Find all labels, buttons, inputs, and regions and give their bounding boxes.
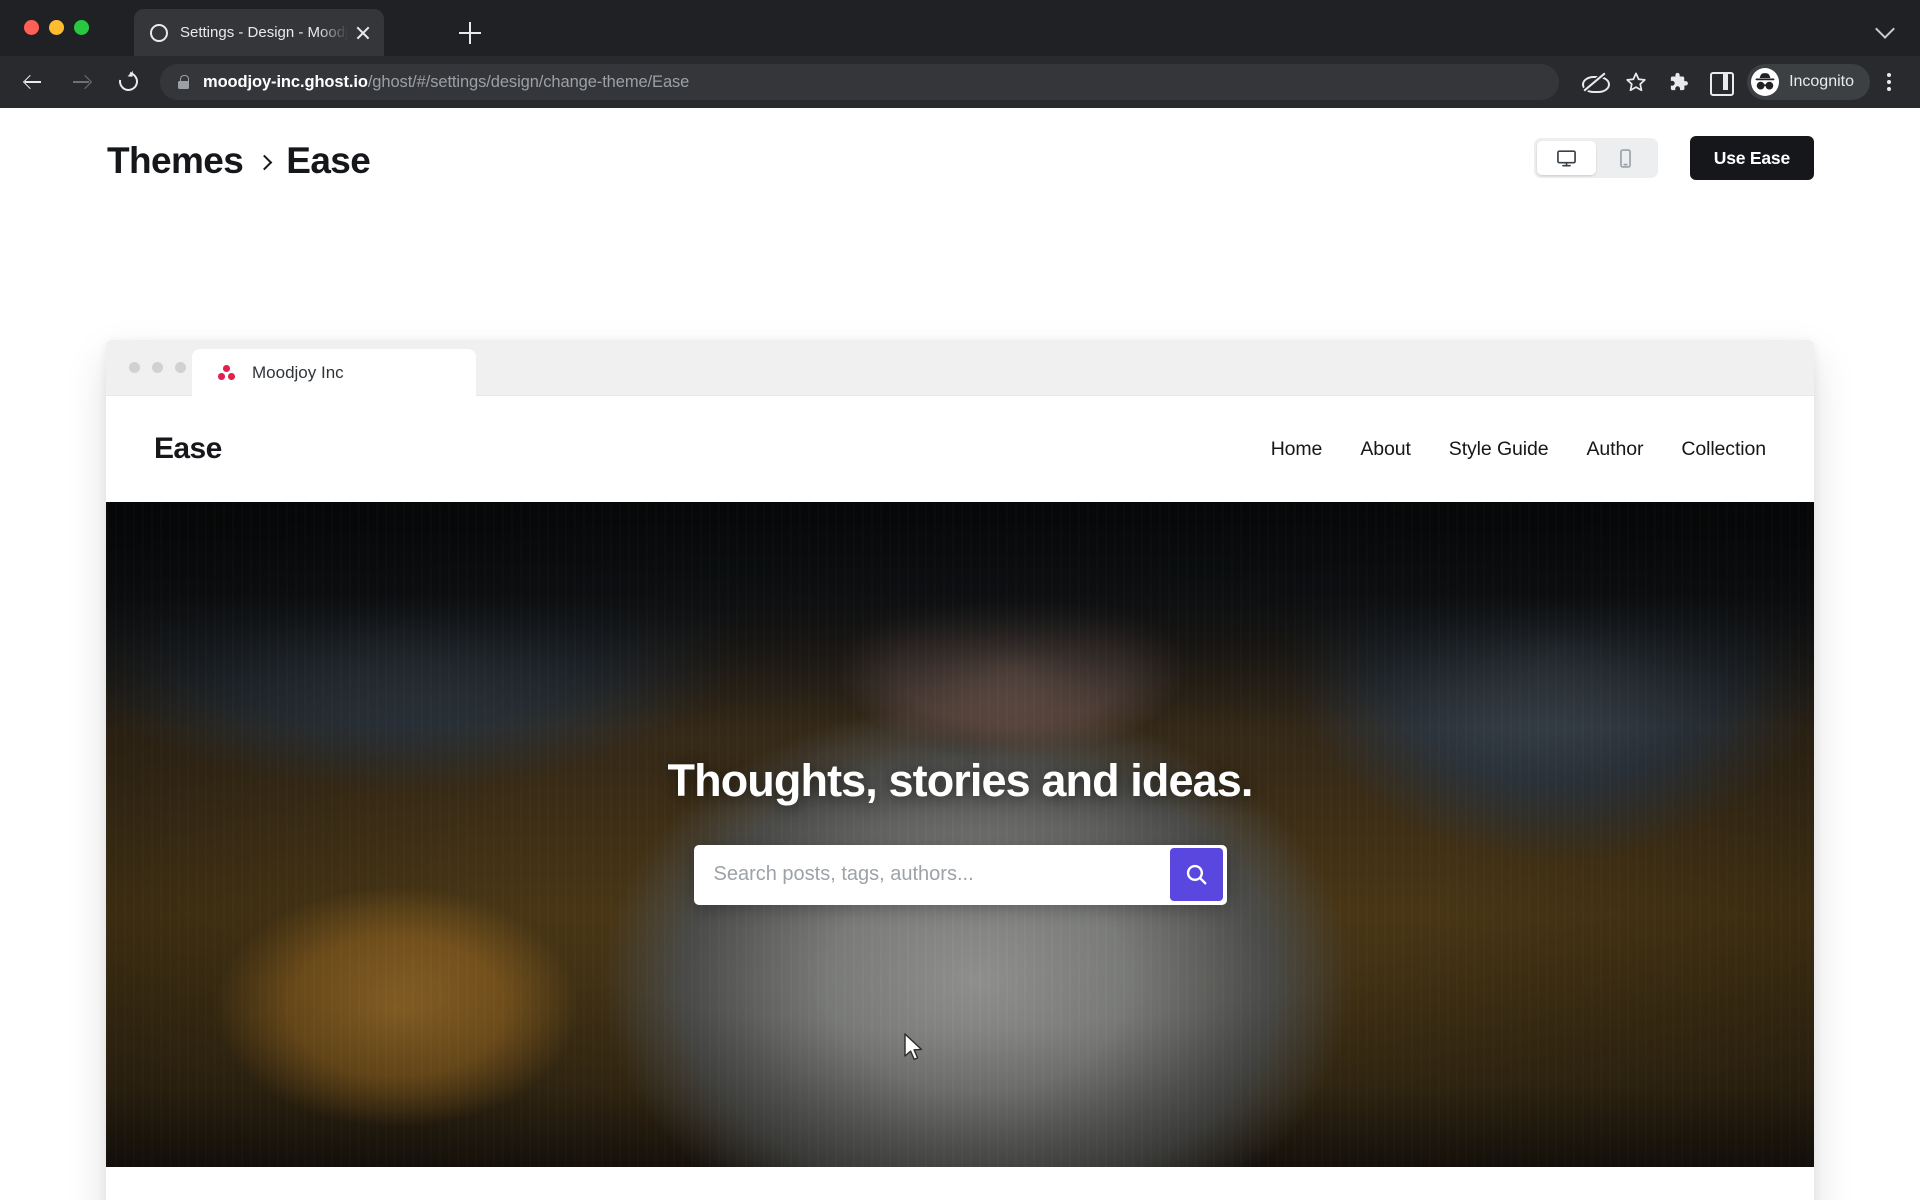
site-hero: Thoughts, stories and ideas. xyxy=(106,502,1814,1167)
site-navigation: Ease Home About Style Guide Author Colle… xyxy=(106,396,1814,502)
browser-tab-title: Settings - Design - Moodjoy In xyxy=(180,24,348,41)
hero-title: Thoughts, stories and ideas. xyxy=(667,754,1254,806)
site-nav-item-author[interactable]: Author xyxy=(1587,438,1644,461)
search-button[interactable] xyxy=(1169,848,1223,901)
window-close-button[interactable] xyxy=(24,20,39,35)
address-bar-url: moodjoy-inc.ghost.io/ghost/#/settings/de… xyxy=(203,73,689,92)
arrow-right-icon xyxy=(72,73,90,91)
site-nav-menu: Home About Style Guide Author Collection xyxy=(1271,438,1766,461)
hero-search-bar[interactable] xyxy=(693,844,1227,905)
window-minimize-button[interactable] xyxy=(49,20,64,35)
reload-button[interactable] xyxy=(110,63,148,101)
incognito-avatar-icon xyxy=(1751,68,1780,96)
preview-size-toggle[interactable] xyxy=(1533,138,1658,178)
browser-toolbar: moodjoy-inc.ghost.io/ghost/#/settings/de… xyxy=(0,56,1920,108)
admin-header-actions: Use Ease xyxy=(1533,136,1814,180)
desktop-preview-button[interactable] xyxy=(1536,141,1596,175)
address-bar[interactable]: moodjoy-inc.ghost.io/ghost/#/settings/de… xyxy=(160,64,1560,100)
profile-incognito-label: Incognito xyxy=(1789,73,1854,90)
kebab-menu-icon[interactable] xyxy=(1872,62,1906,102)
address-bar-host: moodjoy-inc.ghost.io xyxy=(203,72,368,91)
site-nav-item-style-guide[interactable]: Style Guide xyxy=(1449,438,1549,461)
browser-tabstrip: Settings - Design - Moodjoy In xyxy=(0,0,1920,56)
preview-browser-topbar: Moodjoy Inc xyxy=(106,340,1814,396)
preview-dot-2 xyxy=(152,362,163,373)
hero-content: Thoughts, stories and ideas. xyxy=(106,502,1814,1167)
eye-off-icon[interactable] xyxy=(1573,61,1615,103)
breadcrumb: Themes Ease xyxy=(107,140,371,182)
site-nav-item-home[interactable]: Home xyxy=(1271,438,1323,461)
window-traffic-lights[interactable] xyxy=(24,20,89,35)
page-title: Ease xyxy=(286,140,371,181)
reload-icon xyxy=(115,68,142,95)
lock-icon xyxy=(178,75,189,89)
side-panel-icon[interactable] xyxy=(1699,61,1741,103)
search-input[interactable] xyxy=(693,844,1170,905)
arrow-left-icon xyxy=(24,73,42,91)
browser-tab-active[interactable]: Settings - Design - Moodjoy In xyxy=(134,9,384,56)
site-nav-item-about[interactable]: About xyxy=(1360,438,1411,461)
mobile-preview-button[interactable] xyxy=(1596,141,1655,175)
moodjoy-favicon-icon xyxy=(218,365,235,380)
puzzle-extensions-icon[interactable] xyxy=(1657,61,1699,103)
star-icon[interactable] xyxy=(1615,61,1657,103)
window-maximize-button[interactable] xyxy=(74,20,89,35)
forward-button[interactable] xyxy=(62,63,100,101)
theme-preview-frame: Moodjoy Inc Ease Home About Style Guide … xyxy=(106,340,1814,1200)
close-icon[interactable] xyxy=(352,22,374,44)
toolbar-icon-group: Incognito xyxy=(1573,61,1920,103)
chevron-down-icon[interactable] xyxy=(1875,19,1895,39)
screen-root: Settings - Design - Moodjoy In moodjoy-i… xyxy=(0,0,1920,1200)
new-tab-button[interactable] xyxy=(455,18,485,48)
site-logo[interactable]: Ease xyxy=(154,432,222,466)
ghost-logo-icon xyxy=(150,23,168,42)
ghost-admin-page: Themes Ease Use Ease Moodjoy Inc Ease Ho… xyxy=(0,108,1920,1200)
preview-window-dots xyxy=(129,362,186,373)
profile-incognito-button[interactable]: Incognito xyxy=(1747,64,1870,100)
browser-chrome: Settings - Design - Moodjoy In moodjoy-i… xyxy=(0,0,1920,108)
preview-dot-3 xyxy=(175,362,186,373)
preview-tab-title: Moodjoy Inc xyxy=(252,362,344,382)
preview-site-footer xyxy=(106,1167,1814,1200)
preview-dot-1 xyxy=(129,362,140,373)
site-nav-item-collection[interactable]: Collection xyxy=(1681,438,1766,461)
use-theme-button[interactable]: Use Ease xyxy=(1689,136,1814,180)
breadcrumb-themes-link[interactable]: Themes xyxy=(107,140,244,182)
preview-browser-tab: Moodjoy Inc xyxy=(192,349,476,396)
address-bar-path: /ghost/#/settings/design/change-theme/Ea… xyxy=(367,72,690,91)
back-button[interactable] xyxy=(14,63,52,101)
chevron-right-icon xyxy=(256,154,273,170)
